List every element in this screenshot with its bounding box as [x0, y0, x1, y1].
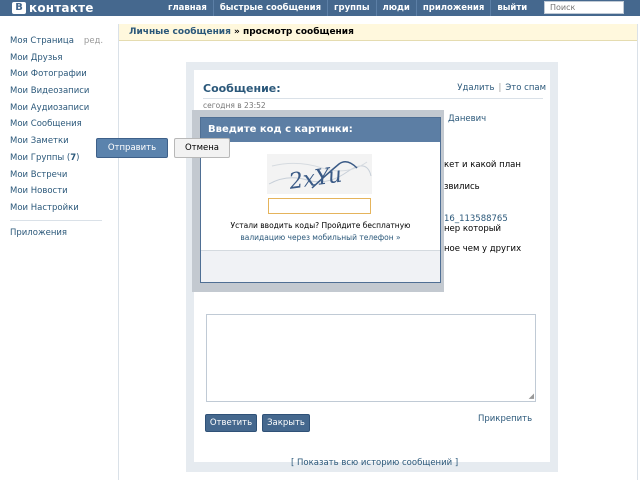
edit-link[interactable]: ред. [84, 36, 103, 46]
captcha-image: 2xYu [267, 154, 372, 195]
reply-button[interactable]: Ответить [205, 414, 257, 432]
delete-link[interactable]: Удалить [457, 83, 494, 93]
top-header: В контакте главная быстрые сообщения гру… [0, 0, 640, 16]
reply-textarea[interactable]: ◢ [206, 314, 536, 402]
menu-item-photos[interactable]: Мои Фотографии [10, 66, 102, 83]
search-input[interactable] [544, 1, 624, 14]
nav-apps[interactable]: приложения [415, 0, 491, 16]
dialog-footer [201, 250, 440, 282]
text-fragment-1: кет и какой план [444, 160, 521, 170]
menu-item-videos[interactable]: Мои Видеозаписи [10, 83, 102, 100]
menu-item-events[interactable]: Мои Встречи [10, 167, 102, 184]
nav-people[interactable]: люди [375, 0, 416, 16]
logo-letter: В [12, 2, 26, 14]
menu-item-groups[interactable]: Мои Группы (7) [10, 150, 102, 167]
attach-link[interactable]: Прикрепить [478, 414, 532, 424]
menu-item-applications[interactable]: Приложения [10, 225, 102, 242]
menu-item-my-page[interactable]: Моя Страница ред. [10, 33, 103, 50]
breadcrumb-current: просмотр сообщения [243, 27, 354, 37]
nav-home[interactable]: главная [162, 0, 213, 16]
breadcrumb: Личные сообщения » просмотр сообщения [119, 24, 637, 41]
captcha-svg: 2xYu [267, 154, 372, 195]
cancel-button[interactable]: Отмена [174, 138, 230, 158]
text-fragment-2: звились [444, 182, 480, 192]
menu-item-friends[interactable]: Мои Друзья [10, 50, 102, 67]
message-title: Сообщение: [203, 82, 281, 95]
dialog-title: Введите код с картинки: [201, 118, 440, 142]
resize-grip-icon[interactable]: ◢ [529, 393, 534, 400]
breadcrumb-separator: » [230, 27, 243, 37]
captcha-dialog: Введите код с картинки: 2xYu Устали ввод… [200, 117, 441, 283]
mobile-validation-link[interactable]: валидацию через мобильный телефон » [201, 233, 440, 242]
captcha-input[interactable] [268, 198, 371, 214]
groups-close: ) [76, 152, 80, 163]
menu-divider [10, 219, 102, 221]
text-fragment-3: нер который [444, 224, 502, 234]
message-date: сегодня в 23:52 [203, 101, 266, 110]
sender-fragment[interactable]: Даневич [448, 114, 486, 124]
menu-my-page-label[interactable]: Моя Страница [10, 36, 74, 46]
breadcrumb-messages-link[interactable]: Личные сообщения [129, 27, 231, 37]
send-button[interactable]: Отправить [96, 138, 168, 158]
nav-quick-messages[interactable]: быстрые сообщения [212, 0, 327, 16]
captcha-hint: Устали вводить коды? Пройдите бесплатную [230, 221, 411, 230]
top-nav: главная быстрые сообщения группы люди пр… [162, 0, 533, 16]
close-button[interactable]: Закрыть [262, 414, 310, 432]
logo-text: контакте [29, 1, 94, 15]
menu-item-audio[interactable]: Мои Аудиозаписи [10, 100, 102, 117]
menu-item-notes[interactable]: Мои Заметки [10, 133, 102, 150]
text-fragment-4: ное чем у других [444, 244, 522, 254]
spam-link[interactable]: Это спам [505, 83, 546, 93]
actions-separator: | [498, 83, 502, 93]
link-fragment[interactable]: 16_113588765 [444, 214, 508, 224]
title-divider [203, 98, 543, 99]
vk-logo[interactable]: В контакте [12, 0, 94, 16]
nav-groups[interactable]: группы [327, 0, 376, 16]
left-menu: Моя Страница ред. Мои Друзья Мои Фотограф… [10, 33, 103, 242]
menu-item-settings[interactable]: Мои Настройки [10, 200, 102, 217]
nav-logout[interactable]: выйти [490, 0, 533, 16]
show-history-link[interactable]: [ Показать всю историю сообщений ] [291, 458, 458, 468]
menu-item-messages[interactable]: Мои Сообщения [10, 116, 102, 133]
message-actions: Удалить | Это спам [457, 83, 546, 93]
menu-item-news[interactable]: Мои Новости [10, 183, 102, 200]
groups-label: Мои Группы ( [10, 152, 71, 163]
